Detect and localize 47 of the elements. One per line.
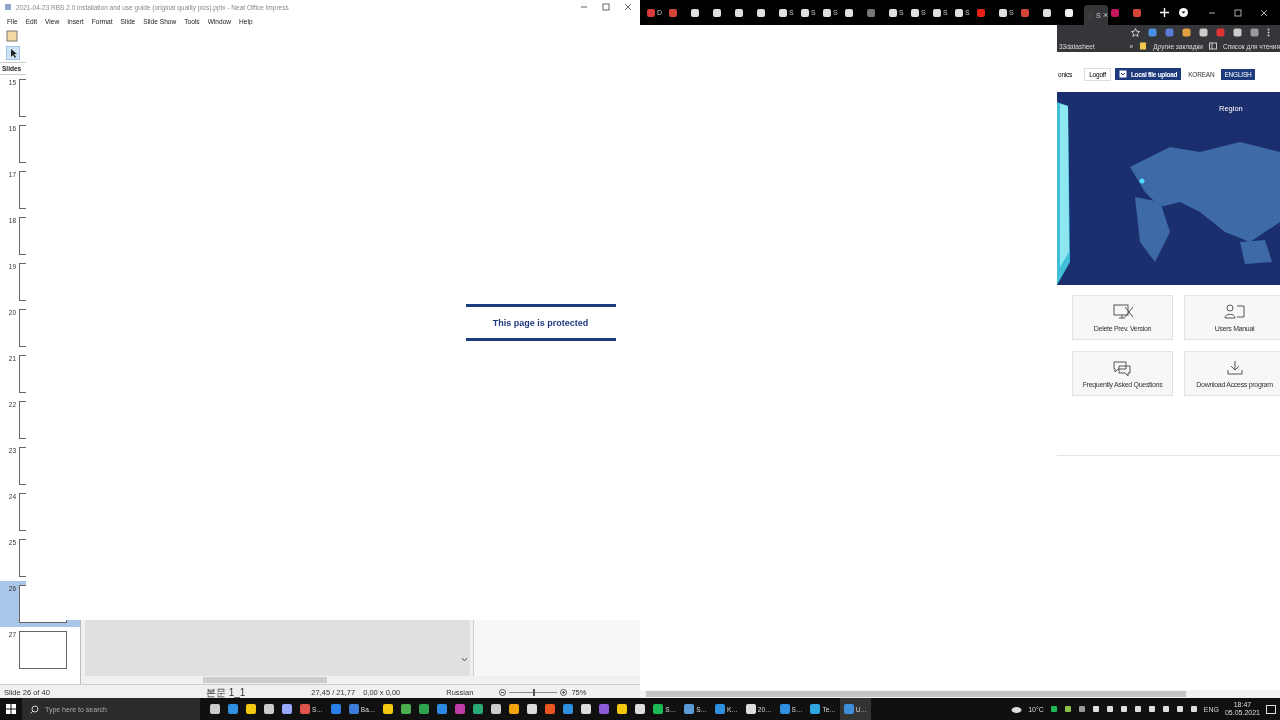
zoom-in-icon[interactable] <box>560 688 568 696</box>
tab-favicon-icon <box>735 8 743 17</box>
scrollbar-thumb[interactable] <box>646 691 1186 697</box>
manual-icon <box>1222 303 1247 320</box>
tab-favicon-icon <box>1133 8 1141 17</box>
monitor-icon <box>1110 303 1135 320</box>
layout-name: 본문 1_1 <box>204 685 247 699</box>
tab-favicon-icon <box>1065 8 1073 17</box>
tab-favicon-icon <box>757 8 765 17</box>
tab-favicon-icon <box>889 8 897 17</box>
tab-favicon-icon <box>801 8 809 17</box>
zoom-out-icon[interactable] <box>499 688 507 696</box>
tab-favicon-icon <box>1111 8 1119 17</box>
scrollbar-thumb[interactable] <box>203 677 327 683</box>
tab-favicon-icon <box>1021 8 1029 17</box>
tab-favicon-icon <box>713 8 721 17</box>
list-icon[interactable] <box>1209 42 1217 50</box>
tab-favicon-icon <box>647 8 655 17</box>
close-icon[interactable] <box>1260 8 1268 17</box>
tab-favicon-icon <box>669 8 677 17</box>
folder-icon[interactable] <box>1139 42 1148 50</box>
star-icon[interactable] <box>1131 28 1140 37</box>
protected-message: This page is protected <box>465 304 616 341</box>
tab-favicon-icon <box>691 8 699 17</box>
tab-favicon-icon <box>779 8 787 17</box>
maximize-icon[interactable] <box>1234 8 1242 17</box>
tab-favicon-icon <box>845 8 853 17</box>
tab-favicon-icon <box>911 8 919 17</box>
upload-icon <box>1118 70 1127 78</box>
new-tab-icon[interactable] <box>1160 8 1169 17</box>
windows-icon[interactable] <box>6 704 16 714</box>
pointer-icon[interactable] <box>6 46 20 60</box>
notification-icon[interactable] <box>1266 704 1276 714</box>
maximize-icon[interactable] <box>602 3 610 11</box>
close-icon[interactable] <box>624 3 632 11</box>
tab-search-icon[interactable] <box>1179 8 1188 17</box>
app-icon <box>4 3 12 11</box>
more-icon[interactable] <box>1267 28 1270 37</box>
tab-favicon-icon <box>999 8 1007 17</box>
scroll-down-icon[interactable] <box>461 657 468 662</box>
tab-favicon-icon <box>1043 8 1051 17</box>
tab-favicon-icon <box>955 8 963 17</box>
tab-favicon-icon <box>823 8 831 17</box>
tab-favicon-icon <box>977 8 985 17</box>
tab-favicon-icon <box>867 8 875 17</box>
tab-favicon-icon <box>933 8 941 17</box>
search-icon <box>30 704 39 714</box>
